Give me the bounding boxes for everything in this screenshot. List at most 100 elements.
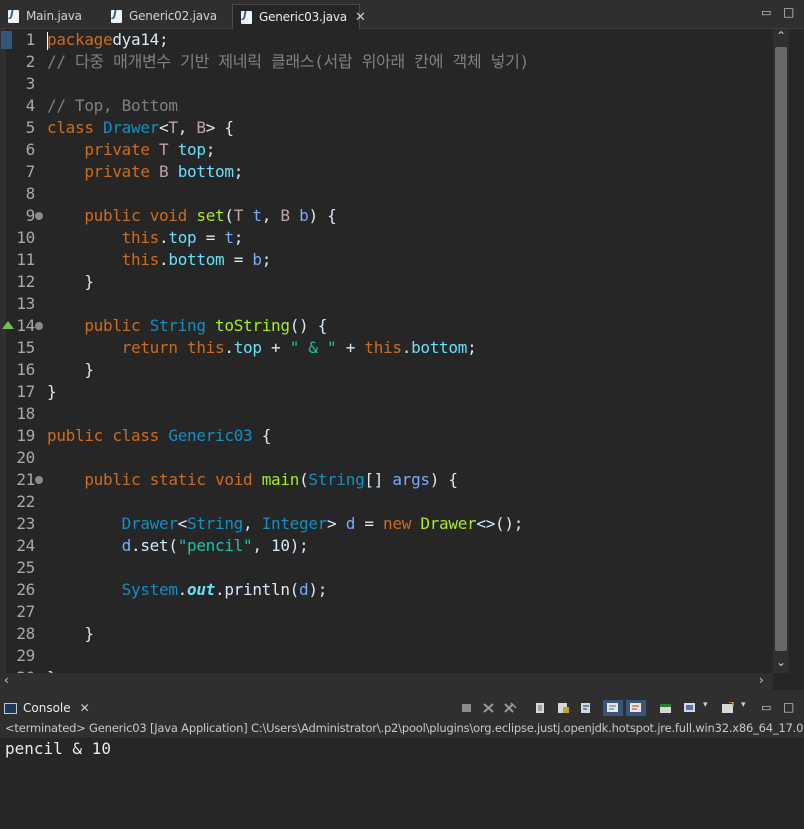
chevron-left-icon[interactable]: ‹ [4,673,9,687]
code-line[interactable]: 21 public static void main(String[] args… [0,469,773,491]
code-line[interactable]: 13 [0,293,773,315]
tab-console[interactable]: Console ✕ [4,697,90,719]
code-line[interactable]: 14 public String toString() { [0,315,773,337]
code-line[interactable]: 24 d.set("pencil", 10); [0,535,773,557]
fold-toggle-icon[interactable] [35,322,43,330]
remove-all-icon[interactable] [504,702,517,714]
code-line[interactable]: 1 packagedya14; [0,29,773,51]
code-editor[interactable]: 1 packagedya14; 2 // 다중 매개변수 기반 제네릭 클래스(서랍 … [0,29,804,690]
horizontal-scrollbar[interactable]: ‹ › [0,673,773,690]
code-line[interactable]: 3 [0,73,773,95]
line-number: 3 [25,74,36,93]
code-line[interactable]: 17} [0,381,773,403]
code-line[interactable]: 4 // Top, Bottom [0,95,773,117]
code-token: ) { [308,206,337,225]
code-token: . [224,338,234,357]
code-token: new [383,514,412,533]
code-token: Drawer [121,514,178,533]
code-token: toString [215,316,290,335]
chevron-down-icon[interactable]: ▾ [741,700,746,710]
code-line[interactable]: 26 System.out.println(d); [0,579,773,601]
code-line[interactable]: 5 class Drawer<T, B> { [0,117,773,139]
code-line[interactable]: 20 [0,447,773,469]
minimize-icon[interactable]: ▭ [761,6,771,19]
code-line[interactable]: 7 private B bottom; [0,161,773,183]
code-text: public class Generic03 { [47,425,271,447]
fold-toggle-icon[interactable] [35,476,43,484]
code-token: , [177,118,197,137]
code-line[interactable]: 22 [0,491,773,513]
fold-toggle-icon[interactable] [35,212,43,220]
code-token: dya14; [112,30,169,49]
show-console-stdout-icon[interactable] [603,700,623,716]
clear-console-icon[interactable] [534,702,547,714]
code-line[interactable]: 2 // 다중 매개변수 기반 제네릭 클래스(서랍 위아래 칸에 객체 넣기) [0,51,773,73]
code-line[interactable]: 28 } [0,623,773,645]
code-line[interactable]: 15 return this.top + " & " + this.bottom… [0,337,773,359]
chevron-down-icon[interactable]: ▾ [703,700,708,710]
code-text: this.top = t; [47,227,244,249]
code-line[interactable]: 12 } [0,271,773,293]
tab-main-java[interactable]: Main.java [0,4,101,28]
vertical-scrollbar[interactable]: ⌃ ⌄ [773,29,789,673]
code-token: [] [364,470,393,489]
code-token: T [233,206,244,225]
close-icon[interactable]: ✕ [355,10,366,25]
code-line[interactable]: 9 public void set(T t, B b) { [0,205,773,227]
code-token: this [187,338,225,357]
code-line[interactable]: 23 Drawer<String, Integer> d = new Drawe… [0,513,773,535]
minimize-icon[interactable]: ▭ [761,701,771,714]
show-console-stderr-icon[interactable] [626,700,646,716]
terminate-icon[interactable] [460,702,473,714]
code-line[interactable]: 11 this.bottom = b; [0,249,773,271]
code-line[interactable]: 8 [0,183,773,205]
code-line[interactable]: 18 [0,403,773,425]
tab-generic03-java[interactable]: Generic03.java ✕ [232,4,366,29]
chevron-up-icon[interactable]: ⌃ [776,29,786,43]
scroll-lock-icon[interactable] [557,702,570,714]
close-icon[interactable]: ✕ [80,701,90,715]
code-text: class Drawer<T, B> { [47,117,234,139]
code-line[interactable]: 6 private T top; [0,139,773,161]
line-number: 9 [25,206,36,225]
code-line[interactable]: 10 this.top = t; [0,227,773,249]
remove-launch-icon[interactable] [482,702,495,714]
console-output[interactable]: pencil & 10 [0,738,804,829]
editor-tab-bar: Main.java Generic02.java Generic03.java … [0,0,804,29]
display-selected-console-icon[interactable] [683,702,696,714]
line-number: 7 [25,162,36,181]
code-line[interactable]: 27 [0,601,773,623]
code-line[interactable]: 25 [0,557,773,579]
code-line[interactable]: 19 public class Generic03 { [0,425,773,447]
maximize-icon[interactable]: □ [783,700,794,714]
chevron-down-icon[interactable]: ⌄ [776,655,786,669]
word-wrap-icon[interactable] [580,702,593,714]
line-number: 5 [25,118,36,137]
console-output-text: pencil & 10 [5,739,111,758]
line-number: 19 [16,426,35,445]
chevron-right-icon[interactable]: › [759,673,764,687]
tab-generic02-java[interactable]: Generic02.java [103,4,231,28]
code-lines[interactable]: 1 packagedya14; 2 // 다중 매개변수 기반 제네릭 클래스(서랍 … [0,29,773,673]
code-token: // Top, Bottom [47,96,178,115]
open-console-icon[interactable] [721,702,734,714]
code-line[interactable]: 29 [0,645,773,667]
code-text: } [47,381,57,403]
code-token: d [121,536,132,555]
code-token: + [336,338,365,357]
maximize-icon[interactable]: □ [783,5,794,19]
code-token: = [196,228,225,247]
code-token: bottom [411,338,468,357]
code-line[interactable]: 16 } [0,359,773,381]
pin-console-icon[interactable] [659,702,672,714]
code-token: .set( [131,536,178,555]
code-token: void [215,470,253,489]
scrollbar-thumb[interactable] [775,47,787,651]
